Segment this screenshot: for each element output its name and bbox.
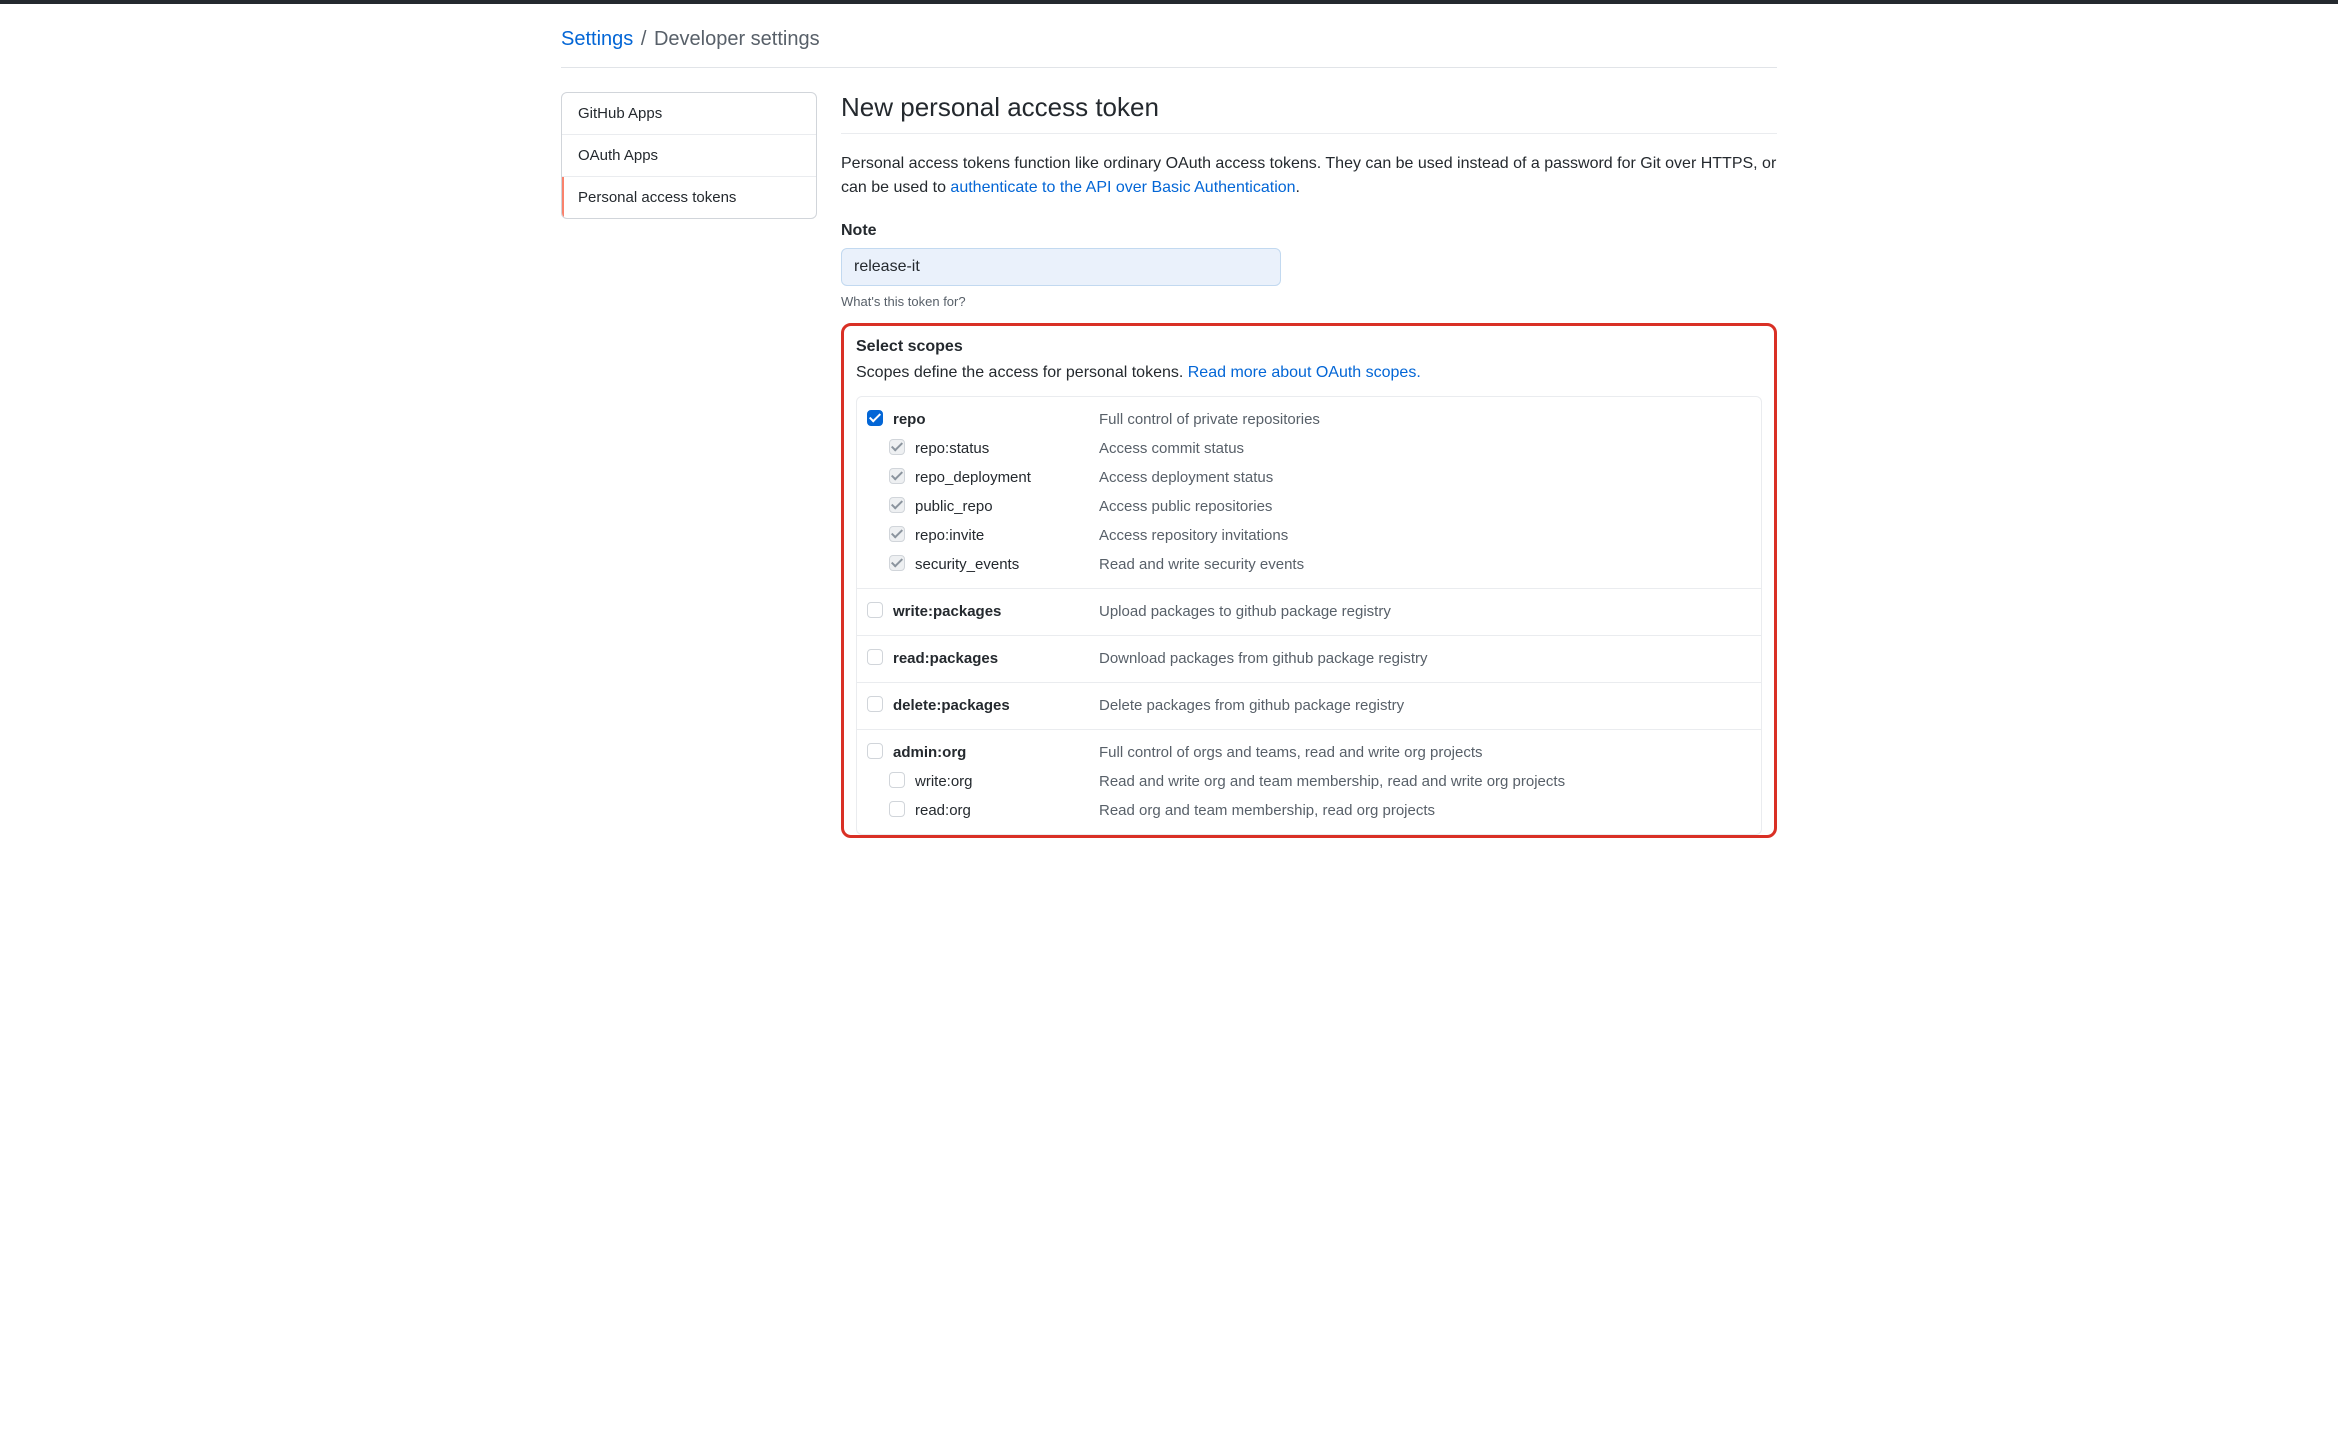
scope-label[interactable]: write:packages	[893, 601, 1099, 623]
scope-row: read:packagesDownload packages from gith…	[867, 648, 1751, 670]
scope-label[interactable]: public_repo	[915, 496, 1099, 518]
scope-group-repo: repoFull control of private repositories…	[857, 397, 1761, 589]
scope-subrow: public_repoAccess public repositories	[867, 496, 1751, 518]
scope-description: Read org and team membership, read org p…	[1099, 800, 1751, 822]
scope-description: Delete packages from github package regi…	[1099, 695, 1751, 717]
scope-label[interactable]: security_events	[915, 554, 1099, 576]
scopes-heading: Select scopes	[856, 338, 1762, 356]
scope-checkbox-repo-deployment[interactable]	[889, 468, 905, 484]
scope-label[interactable]: read:packages	[893, 648, 1099, 670]
scope-checkbox-security-events[interactable]	[889, 555, 905, 571]
scope-checkbox-repo[interactable]	[867, 410, 883, 426]
scope-checkbox-write-org[interactable]	[889, 772, 905, 788]
scope-checkbox-public-repo[interactable]	[889, 497, 905, 513]
scope-label[interactable]: repo_deployment	[915, 467, 1099, 489]
note-hint: What's this token for?	[841, 294, 1777, 309]
note-label: Note	[841, 222, 1777, 240]
scope-row: write:packagesUpload packages to github …	[867, 601, 1751, 623]
scope-description: Read and write security events	[1099, 554, 1751, 576]
scope-label[interactable]: repo	[893, 409, 1099, 431]
scopes-list: repoFull control of private repositories…	[856, 396, 1762, 835]
scope-row: delete:packagesDelete packages from gith…	[867, 695, 1751, 717]
scope-description: Access public repositories	[1099, 496, 1751, 518]
sidebar-item-personal-access-tokens[interactable]: Personal access tokens	[562, 177, 816, 218]
scope-subrow: repo_deploymentAccess deployment status	[867, 467, 1751, 489]
scope-subrow: security_eventsRead and write security e…	[867, 554, 1751, 576]
scope-row: admin:orgFull control of orgs and teams,…	[867, 742, 1751, 764]
scope-checkbox-delete-packages[interactable]	[867, 696, 883, 712]
scope-group-write-packages: write:packagesUpload packages to github …	[857, 589, 1761, 636]
note-input[interactable]	[841, 248, 1281, 286]
scope-checkbox-read-org[interactable]	[889, 801, 905, 817]
scope-description: Access repository invitations	[1099, 525, 1751, 547]
sidebar: GitHub AppsOAuth AppsPersonal access tok…	[561, 92, 817, 838]
scope-group-delete-packages: delete:packagesDelete packages from gith…	[857, 683, 1761, 730]
scope-checkbox-repo-status[interactable]	[889, 439, 905, 455]
scope-subrow: repo:statusAccess commit status	[867, 438, 1751, 460]
sidebar-item-github-apps[interactable]: GitHub Apps	[562, 93, 816, 135]
breadcrumb-settings-link[interactable]: Settings	[561, 28, 633, 50]
scope-description: Access commit status	[1099, 438, 1751, 460]
scope-description: Read and write org and team membership, …	[1099, 771, 1751, 793]
scope-subrow: read:orgRead org and team membership, re…	[867, 800, 1751, 822]
scope-label[interactable]: delete:packages	[893, 695, 1099, 717]
intro-text-after: .	[1296, 179, 1300, 196]
scope-group-read-packages: read:packagesDownload packages from gith…	[857, 636, 1761, 683]
scopes-highlight-box: Select scopes Scopes define the access f…	[841, 323, 1777, 838]
scope-label[interactable]: admin:org	[893, 742, 1099, 764]
scope-checkbox-read-packages[interactable]	[867, 649, 883, 665]
breadcrumb-separator: /	[641, 28, 652, 50]
scope-label[interactable]: repo:status	[915, 438, 1099, 460]
scopes-intro-text: Scopes define the access for personal to…	[856, 364, 1188, 381]
scope-subrow: repo:inviteAccess repository invitations	[867, 525, 1751, 547]
scope-label[interactable]: repo:invite	[915, 525, 1099, 547]
scope-description: Full control of private repositories	[1099, 409, 1751, 431]
scope-checkbox-write-packages[interactable]	[867, 602, 883, 618]
scope-group-admin-org: admin:orgFull control of orgs and teams,…	[857, 730, 1761, 834]
intro-paragraph: Personal access tokens function like ord…	[841, 152, 1777, 200]
scopes-intro-link[interactable]: Read more about OAuth scopes.	[1188, 364, 1421, 381]
scope-description: Download packages from github package re…	[1099, 648, 1751, 670]
scope-description: Upload packages to github package regist…	[1099, 601, 1751, 623]
intro-auth-link[interactable]: authenticate to the API over Basic Authe…	[950, 179, 1295, 196]
breadcrumb: Settings / Developer settings	[561, 4, 1777, 68]
main-content: New personal access token Personal acces…	[841, 92, 1777, 838]
scope-checkbox-admin-org[interactable]	[867, 743, 883, 759]
sidebar-item-oauth-apps[interactable]: OAuth Apps	[562, 135, 816, 177]
breadcrumb-current: Developer settings	[654, 28, 820, 50]
scope-description: Access deployment status	[1099, 467, 1751, 489]
scope-description: Full control of orgs and teams, read and…	[1099, 742, 1751, 764]
scopes-intro: Scopes define the access for personal to…	[856, 364, 1762, 382]
scope-subrow: write:orgRead and write org and team mem…	[867, 771, 1751, 793]
scope-row: repoFull control of private repositories	[867, 409, 1751, 431]
scope-checkbox-repo-invite[interactable]	[889, 526, 905, 542]
page-title: New personal access token	[841, 92, 1777, 134]
scope-label[interactable]: write:org	[915, 771, 1099, 793]
scope-label[interactable]: read:org	[915, 800, 1099, 822]
